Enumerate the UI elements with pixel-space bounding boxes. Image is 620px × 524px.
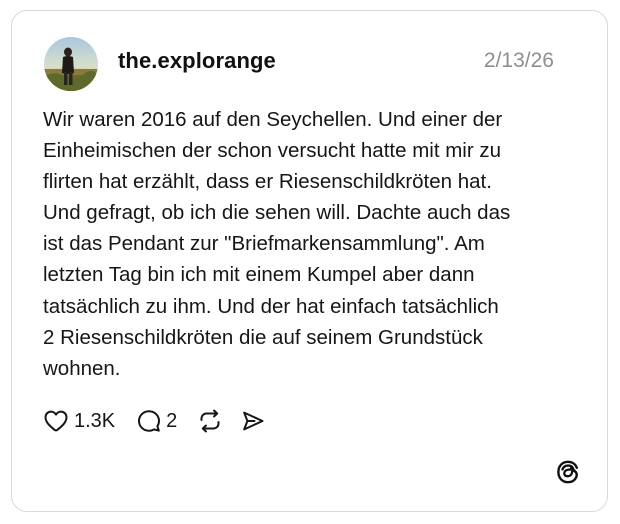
post-body-line: tatsächlich zu ihm. Und der hat einfach … <box>43 294 499 318</box>
send-icon <box>241 409 265 433</box>
post-body: Wir waren 2016 auf den Seychellen. Und e… <box>43 104 583 384</box>
share-button[interactable] <box>241 409 265 433</box>
post-body-line: wohnen. <box>43 356 121 380</box>
comment-bubble-icon <box>137 409 161 433</box>
threads-logo-icon <box>555 459 581 485</box>
like-button[interactable]: 1.3K <box>43 409 115 433</box>
post-body-line: Wir waren 2016 auf den Seychellen. Und e… <box>43 108 503 131</box>
heart-icon <box>43 409 69 433</box>
like-count: 1.3K <box>74 409 116 432</box>
repost-button[interactable] <box>197 408 223 434</box>
avatar[interactable] <box>44 37 98 91</box>
action-bar: 1.3K 2 <box>43 407 265 435</box>
comment-button[interactable]: 2 <box>137 409 177 433</box>
post-body-line: 2 Riesenschildkröten die auf seinem Grun… <box>43 325 483 349</box>
post-body-line: letzten Tag bin ich mit einem Kumpel abe… <box>43 263 475 287</box>
post-body-line: Einheimischen der schon versucht hatte m… <box>43 139 502 163</box>
post-body-line: Und gefragt, ob ich die sehen will. Dach… <box>43 201 511 225</box>
username[interactable]: the.explorange <box>118 48 276 74</box>
post-date: 2/13/26 <box>483 49 554 72</box>
post-card: the.explorange 2/13/26 Wir waren 2016 au… <box>11 10 608 512</box>
post-body-line: ist das Pendant zur "Briefmarkensammlung… <box>43 232 485 256</box>
post-body-line: flirten hat erzählt, dass er Riesenschil… <box>43 170 492 194</box>
comment-count: 2 <box>166 409 178 432</box>
repost-icon <box>197 408 223 434</box>
